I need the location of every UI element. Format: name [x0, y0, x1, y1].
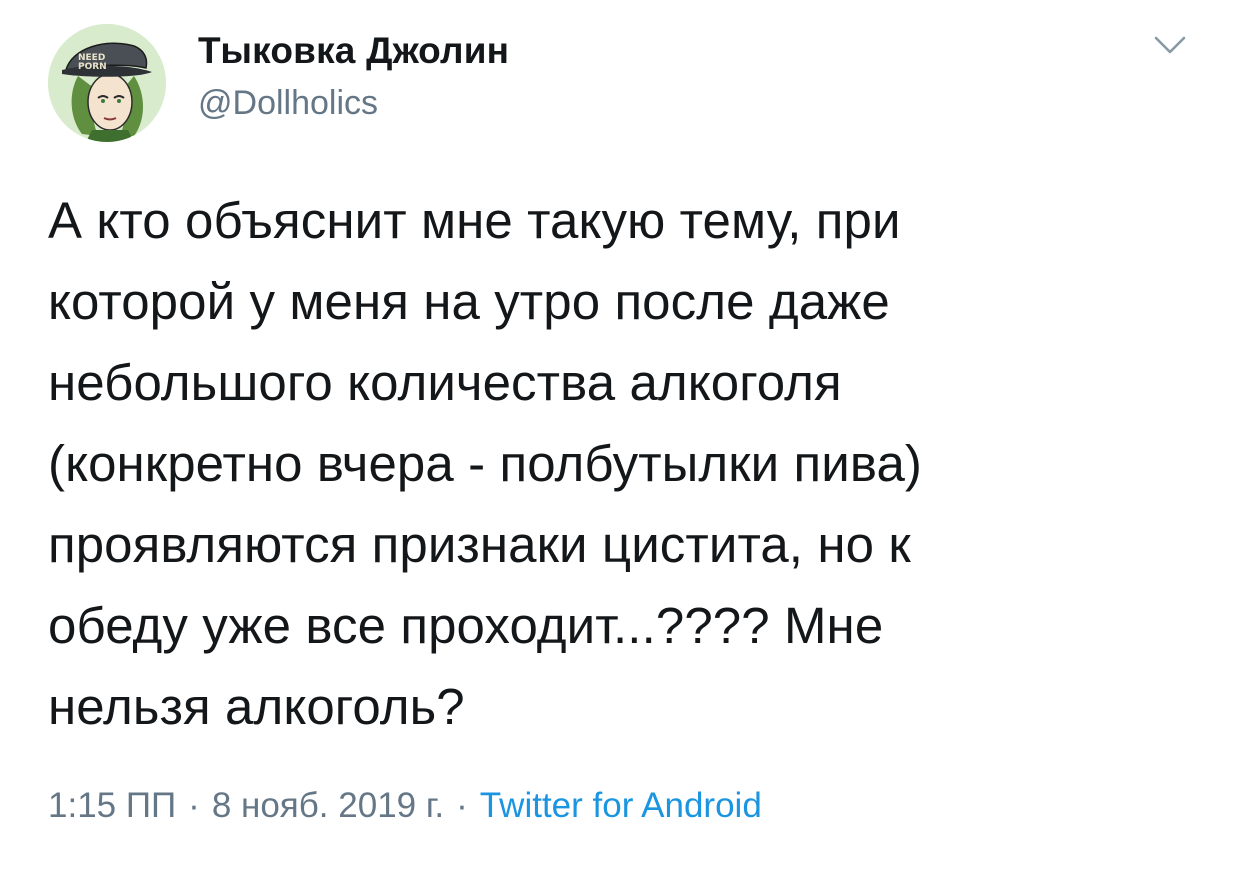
- avatar-illustration: NEED PORN: [48, 24, 166, 142]
- avatar[interactable]: NEED PORN: [48, 24, 166, 142]
- tweet-card: NEED PORN Тыковка Джолин @Dollholics А к…: [0, 0, 1242, 878]
- tweet-source-link[interactable]: Twitter for Android: [480, 786, 762, 825]
- svg-text:PORN: PORN: [78, 62, 107, 72]
- tweet-meta: 1:15 ПП · 8 нояб. 2019 г. · Twitter for Andr…: [48, 786, 762, 826]
- author-handle[interactable]: @Dollholics: [198, 84, 378, 123]
- tweet-time[interactable]: 1:15 ПП: [48, 786, 176, 825]
- tweet-date[interactable]: 8 нояб. 2019 г.: [212, 786, 444, 825]
- meta-separator: ·: [188, 786, 200, 825]
- tweet-text: А кто объяснит мне такую тему, при котор…: [48, 192, 923, 735]
- author-name[interactable]: Тыковка Джолин: [198, 30, 509, 72]
- chevron-down-icon[interactable]: [1150, 30, 1190, 60]
- meta-separator: ·: [456, 786, 468, 825]
